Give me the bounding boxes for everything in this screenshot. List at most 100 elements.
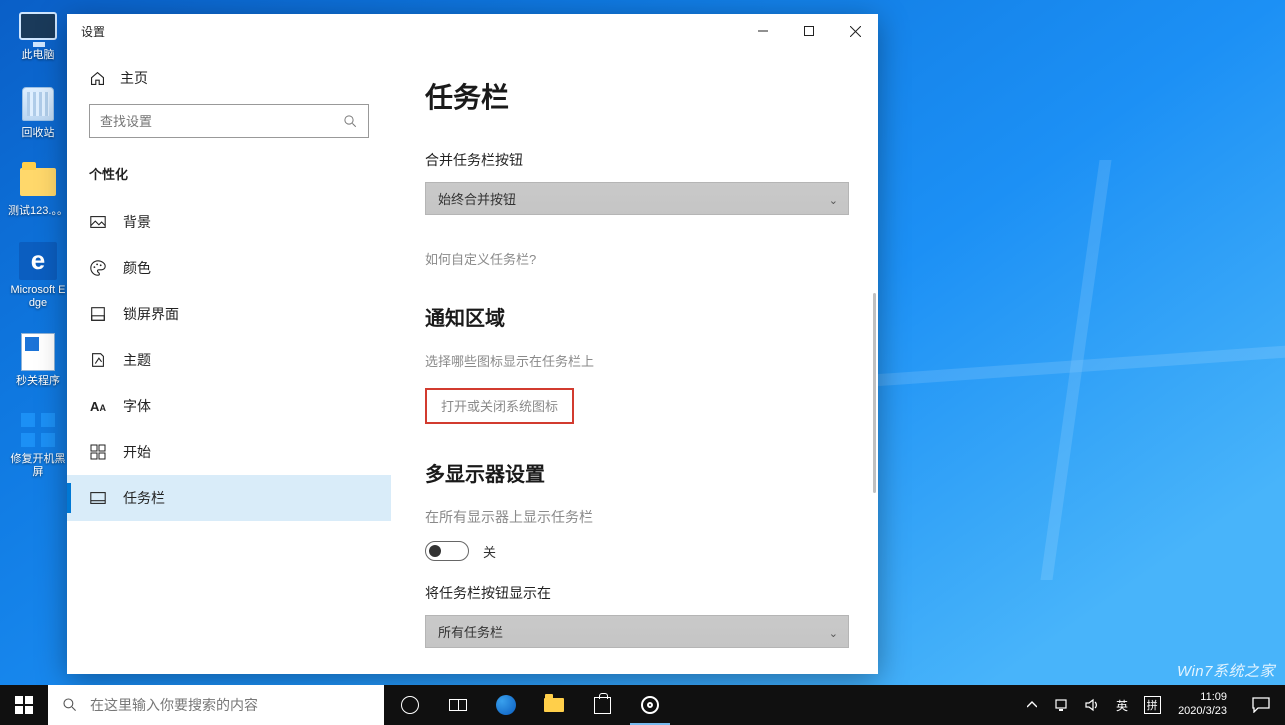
page-title: 任务栏 (425, 76, 834, 116)
settings-window: 设置 主页 (67, 14, 878, 674)
home-icon (89, 70, 106, 87)
search-icon (62, 697, 78, 713)
desktop-icons: 此电脑 回收站 测试123.。。 e Microsoft Edge 秒关程序 修… (8, 6, 68, 480)
start-button[interactable] (0, 685, 48, 725)
batch-icon (18, 332, 58, 372)
taskbar-search-placeholder: 在这里输入你要搜索的内容 (90, 695, 258, 715)
lockscreen-icon (89, 305, 107, 323)
maximize-button[interactable] (786, 15, 832, 47)
windows-logo-icon (15, 696, 33, 714)
multi-show-toggle[interactable] (425, 541, 469, 561)
desktop-icon-edge[interactable]: e Microsoft Edge (8, 241, 68, 310)
edge-icon (496, 695, 516, 715)
theme-icon (89, 351, 107, 369)
howto-link[interactable]: 如何自定义任务栏? (425, 249, 834, 268)
sidebar-item-label: 颜色 (123, 258, 151, 278)
cortana-button[interactable] (386, 685, 434, 725)
wallpaper-light (870, 160, 1285, 580)
sidebar-item-taskbar[interactable]: 任务栏 (67, 475, 391, 521)
wizard-icon (18, 410, 58, 450)
desktop-icon-this-pc[interactable]: 此电脑 (8, 6, 68, 62)
sidebar-home-label: 主页 (120, 68, 148, 88)
desktop-icon-wizard[interactable]: 修复开机黑屏 (8, 410, 68, 479)
desktop-icon-label: 修复开机黑屏 (8, 453, 68, 479)
font-icon: AA (89, 397, 107, 415)
tray-volume-icon[interactable] (1082, 685, 1102, 725)
sidebar-item-background[interactable]: 背景 (67, 199, 391, 245)
sidebar-item-fonts[interactable]: AA 字体 (67, 383, 391, 429)
sidebar-nav: 背景 颜色 锁屏界面 主题 (67, 199, 391, 521)
sidebar-home[interactable]: 主页 (67, 48, 391, 102)
taskbar-icon (89, 489, 107, 507)
close-button[interactable] (832, 15, 878, 47)
task-view-button[interactable] (434, 685, 482, 725)
taskbar: 在这里输入你要搜索的内容 英 拼 11:09 2020/3/23 (0, 685, 1285, 725)
pc-icon (18, 6, 58, 46)
sidebar-item-themes[interactable]: 主题 (67, 337, 391, 383)
search-box[interactable] (89, 104, 369, 138)
desktop-icon-label: 回收站 (22, 127, 55, 140)
notification-icon (1252, 697, 1270, 713)
combine-dropdown[interactable]: 始终合并按钮 ⌄ (425, 182, 849, 215)
desktop-icon-label: Microsoft Edge (8, 284, 68, 310)
combine-value: 始终合并按钮 (438, 189, 516, 208)
desktop-icon-recycle-bin[interactable]: 回收站 (8, 84, 68, 140)
taskbar-search[interactable]: 在这里输入你要搜索的内容 (48, 685, 384, 725)
sidebar-item-label: 字体 (123, 396, 151, 416)
combine-label: 合并任务栏按钮 (425, 150, 834, 170)
sidebar-category: 个性化 (67, 154, 391, 199)
chevron-down-icon: ⌄ (829, 627, 838, 640)
sidebar-item-colors[interactable]: 颜色 (67, 245, 391, 291)
sidebar-item-label: 锁屏界面 (123, 304, 179, 324)
folder-icon (544, 698, 564, 712)
link-select-icons[interactable]: 选择哪些图标显示在任务栏上 (425, 351, 834, 370)
sidebar-item-label: 任务栏 (123, 488, 165, 508)
tray-date: 2020/3/23 (1178, 705, 1227, 719)
tray-network-icon[interactable] (1052, 685, 1072, 725)
taskbar-app-settings[interactable] (626, 685, 674, 725)
desktop-icon-label: 此电脑 (22, 49, 55, 62)
task-view-icon (449, 699, 467, 711)
system-tray: 英 拼 11:09 2020/3/23 (1016, 685, 1285, 725)
scrollbar-thumb[interactable] (873, 293, 876, 493)
tray-overflow[interactable] (1022, 685, 1042, 725)
minimize-button[interactable] (740, 15, 786, 47)
watermark: Win7系统之家 (1177, 660, 1275, 681)
taskbar-app-edge[interactable] (482, 685, 530, 725)
titlebar[interactable]: 设置 (67, 14, 878, 48)
section-multi-display: 多显示器设置 (425, 458, 834, 487)
picture-icon (89, 213, 107, 231)
desktop-icon-label: 秒关程序 (16, 375, 60, 388)
search-input[interactable] (100, 114, 343, 129)
chevron-down-icon: ⌄ (829, 194, 838, 207)
settings-sidebar: 主页 个性化 背景 (67, 48, 391, 674)
gear-icon (641, 696, 659, 714)
settings-main: 任务栏 合并任务栏按钮 始终合并按钮 ⌄ 如何自定义任务栏? 通知区域 选择哪些… (391, 48, 878, 674)
desktop-icon-batch[interactable]: 秒关程序 (8, 332, 68, 388)
toggle-state-label: 关 (483, 542, 496, 561)
palette-icon (89, 259, 107, 277)
sidebar-item-label: 主题 (123, 350, 151, 370)
desktop-icon-folder[interactable]: 测试123.。。 (8, 162, 68, 218)
folder-icon (18, 162, 58, 202)
multi-show-label: 在所有显示器上显示任务栏 (425, 507, 834, 527)
sidebar-item-start[interactable]: 开始 (67, 429, 391, 475)
multi-where-value: 所有任务栏 (438, 622, 503, 641)
start-icon (89, 443, 107, 461)
window-controls (740, 15, 878, 47)
sidebar-item-lockscreen[interactable]: 锁屏界面 (67, 291, 391, 337)
tray-ime-lang[interactable]: 英 (1112, 685, 1132, 725)
tray-ime-mode[interactable]: 拼 (1142, 685, 1162, 725)
search-icon (343, 114, 358, 129)
tray-clock[interactable]: 11:09 2020/3/23 (1172, 691, 1233, 719)
tray-time: 11:09 (1200, 691, 1227, 705)
desktop: 此电脑 回收站 测试123.。。 e Microsoft Edge 秒关程序 修… (0, 0, 1285, 725)
edge-icon: e (18, 241, 58, 281)
sidebar-item-label: 开始 (123, 442, 151, 462)
multi-where-dropdown[interactable]: 所有任务栏 ⌄ (425, 615, 849, 648)
taskbar-app-store[interactable] (578, 685, 626, 725)
link-system-icons[interactable]: 打开或关闭系统图标 (441, 399, 558, 414)
taskbar-app-explorer[interactable] (530, 685, 578, 725)
bin-icon (18, 84, 58, 124)
action-center-button[interactable] (1243, 697, 1279, 713)
